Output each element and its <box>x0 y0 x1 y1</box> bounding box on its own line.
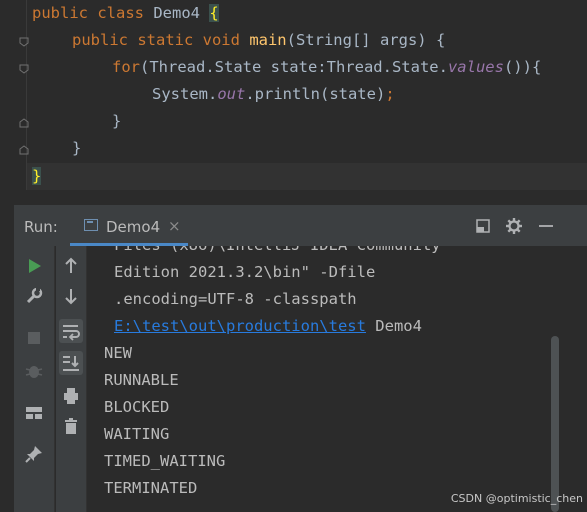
code-token: Demo4 <box>153 4 210 22</box>
code-line: } <box>112 108 121 135</box>
code-token: { <box>209 4 219 22</box>
run-icon[interactable] <box>22 254 46 278</box>
run-tool-window: Run: Demo4 × Edition 2021.3.2\bin" -Dfil… <box>14 205 587 512</box>
fold-marker-icon[interactable] <box>18 117 30 129</box>
gutter-divider <box>26 0 27 190</box>
code-token: (Thread.State state:Thread.State. <box>140 58 448 76</box>
console-scrollbar[interactable] <box>551 336 559 512</box>
code-token: (String[] args) { <box>286 31 446 49</box>
output-line: TIMED_WAITING <box>104 452 226 470</box>
code-line: System.out.println(state); <box>152 81 395 108</box>
run-toolbar-left <box>14 246 55 512</box>
tab-label: Demo4 <box>106 218 161 236</box>
print-icon[interactable] <box>59 384 83 408</box>
output-line: BLOCKED <box>104 398 170 416</box>
arrow-down-icon[interactable] <box>59 284 83 308</box>
output-line: WAITING <box>104 425 170 443</box>
classpath-link[interactable]: E:\test\out\production\test <box>114 317 366 335</box>
console-icon <box>84 219 98 231</box>
pin-icon[interactable] <box>22 442 46 466</box>
output-line: TERMINATED <box>104 479 198 497</box>
main-class-name: Demo4 <box>365 317 422 335</box>
scroll-to-end-icon[interactable] <box>59 351 83 375</box>
restore-layout-icon[interactable] <box>473 216 493 236</box>
console-cmd-line: .encoding=UTF-8 -classpath <box>114 290 357 308</box>
code-token: } <box>72 139 82 157</box>
tab-demo4[interactable]: Demo4 × <box>70 206 188 246</box>
code-line: } <box>72 135 81 162</box>
code-line: public class Demo4 { <box>32 0 219 27</box>
close-icon[interactable]: × <box>168 217 181 235</box>
stop-icon[interactable] <box>22 326 46 350</box>
wrench-icon[interactable] <box>22 284 46 308</box>
code-token: ()){ <box>503 58 542 76</box>
console-output[interactable]: Files (x86)\IntelliJ IDEA Community Edit… <box>88 246 564 512</box>
gear-icon[interactable] <box>504 216 524 236</box>
fold-marker-icon[interactable] <box>18 36 30 48</box>
code-token: System. <box>152 85 218 103</box>
code-token: } <box>32 167 42 185</box>
editor-gutter <box>0 0 30 205</box>
code-line: public static void main(String[] args) { <box>72 27 445 54</box>
debug-bug-icon[interactable] <box>22 359 46 383</box>
minimize-icon[interactable] <box>536 216 556 236</box>
code-line: } <box>32 163 42 190</box>
fold-marker-icon[interactable] <box>18 144 30 156</box>
code-token: } <box>112 112 122 130</box>
code-token: public class <box>32 4 154 22</box>
code-token: ; <box>385 85 395 103</box>
code-line: for(Thread.State state:Thread.State.valu… <box>112 54 541 81</box>
console-classpath-line: E:\test\out\production\test Demo4 <box>114 313 422 340</box>
layout-icon[interactable] <box>22 401 46 425</box>
run-toolbar-console <box>56 246 87 512</box>
current-line-highlight <box>27 163 587 190</box>
run-label: Run: <box>24 218 58 236</box>
run-header: Run: Demo4 × <box>14 206 587 246</box>
console-cmd-line: Files (x86)\IntelliJ IDEA Community <box>114 246 441 259</box>
code-token: public static void <box>72 31 250 49</box>
trash-icon[interactable] <box>59 414 83 438</box>
watermark: CSDN @optimistic_chen <box>450 492 583 505</box>
code-token: for <box>112 58 140 76</box>
arrow-up-icon[interactable] <box>59 254 83 278</box>
code-token: .println(state) <box>245 85 386 103</box>
code-token: main <box>249 31 287 49</box>
soft-wrap-icon[interactable] <box>59 319 83 343</box>
code-token: out <box>217 85 246 103</box>
code-token: values <box>447 58 504 76</box>
console-cmd-line: Edition 2021.3.2\bin" -Dfile <box>114 263 376 281</box>
output-line: RUNNABLE <box>104 371 179 389</box>
code-editor[interactable]: public class Demo4 {public static void m… <box>0 0 587 205</box>
fold-marker-icon[interactable] <box>18 63 30 75</box>
output-line: NEW <box>104 344 132 362</box>
